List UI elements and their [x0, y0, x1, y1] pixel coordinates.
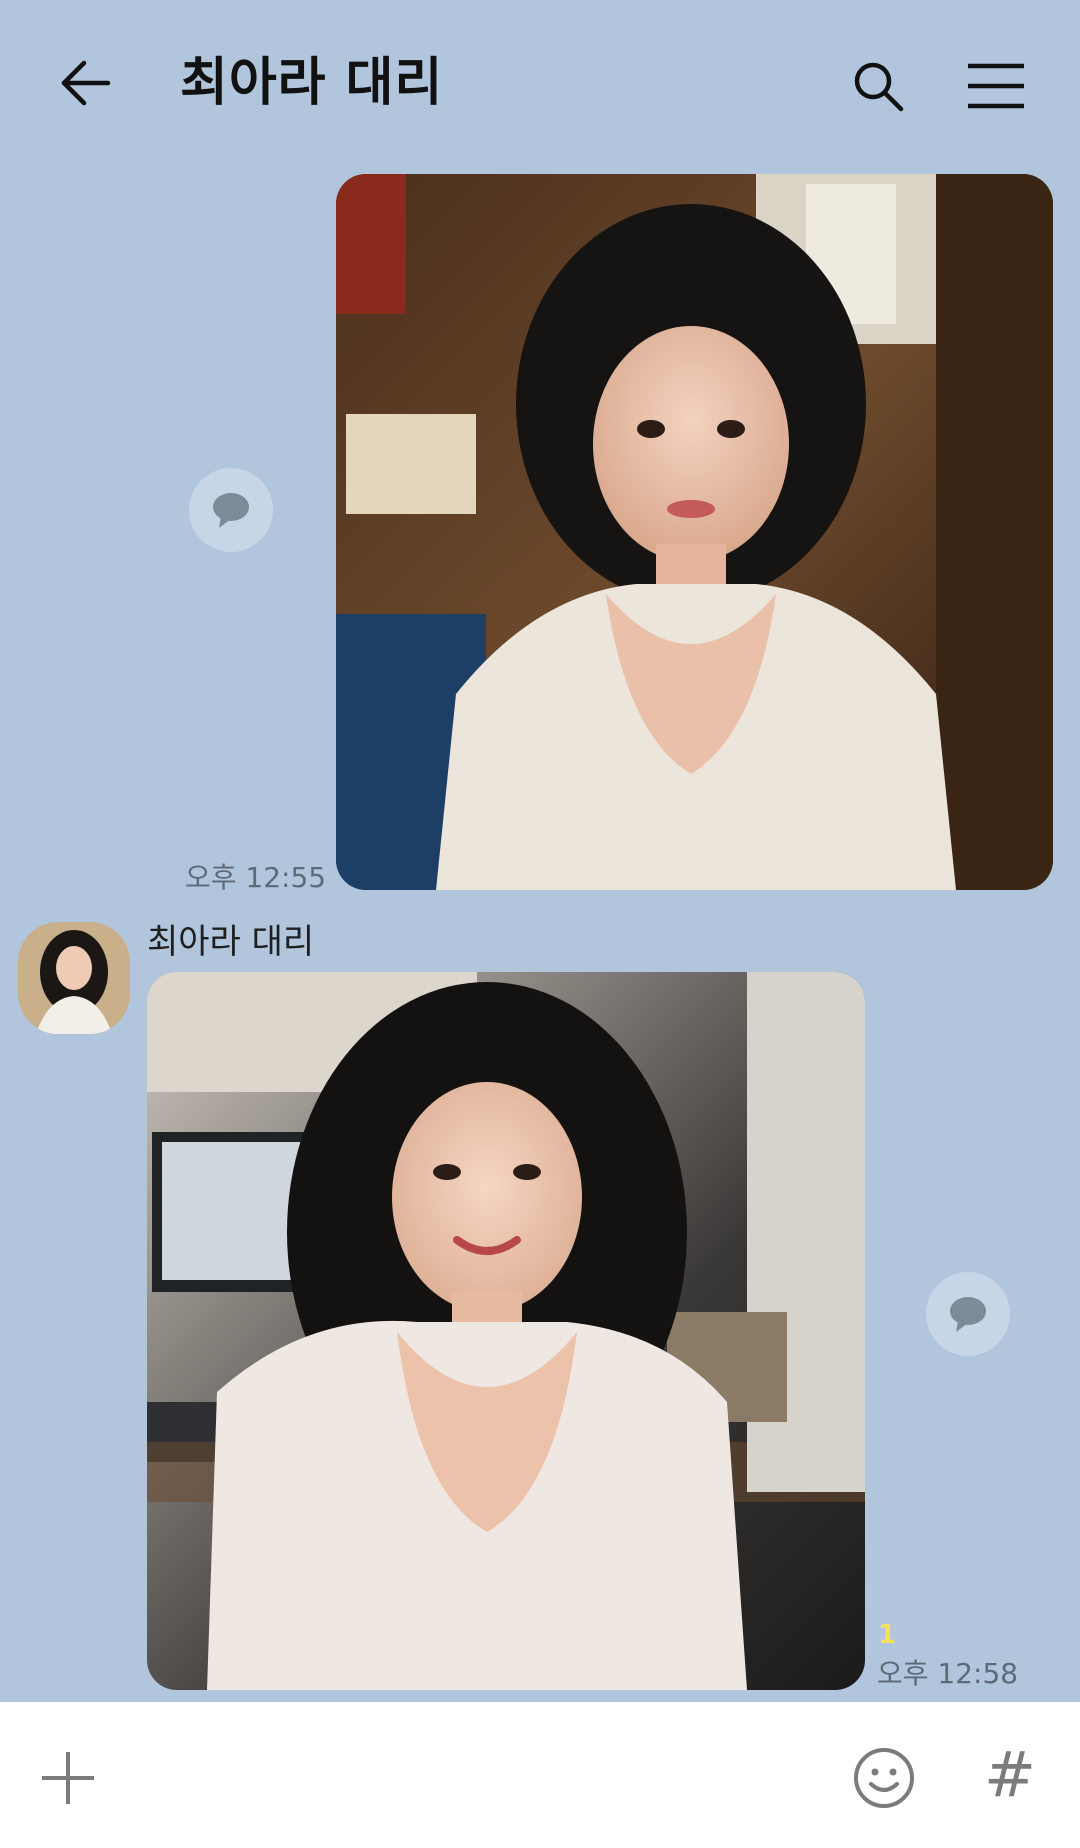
search-button[interactable]: [850, 58, 906, 114]
hashtag-button[interactable]: #: [980, 1740, 1040, 1810]
message-time: 오후 12:58: [877, 1657, 1019, 1690]
speech-bubble-icon: [213, 493, 249, 528]
menu-button[interactable]: [966, 58, 1026, 114]
plus-button[interactable]: [40, 1750, 96, 1806]
speech-bubble-icon: [950, 1297, 986, 1332]
chat-header: 최아라 대리: [0, 0, 1080, 170]
emoji-icon: [854, 1748, 914, 1808]
photo-image: [147, 972, 865, 1690]
avatar-image: [18, 922, 130, 1034]
plus-icon: [42, 1752, 94, 1804]
chat-title: 최아라 대리: [180, 53, 444, 113]
search-icon: [854, 62, 904, 112]
message-time: 오후 12:55: [185, 861, 327, 894]
share-button[interactable]: [926, 1272, 1010, 1356]
hamburger-menu-icon: [968, 63, 1024, 109]
sender-avatar[interactable]: [18, 922, 130, 1034]
unread-count: 1: [878, 1620, 897, 1650]
message-input-bar: #: [0, 1702, 1080, 1848]
emoji-button[interactable]: [852, 1746, 916, 1810]
sender-name: 최아라 대리: [147, 922, 315, 962]
photo-message[interactable]: [336, 174, 1053, 890]
photo-message[interactable]: [147, 972, 865, 1690]
share-button[interactable]: [189, 468, 273, 552]
photo-image: [336, 174, 1053, 890]
back-button[interactable]: [58, 55, 114, 111]
arrow-left-icon: [61, 60, 111, 106]
